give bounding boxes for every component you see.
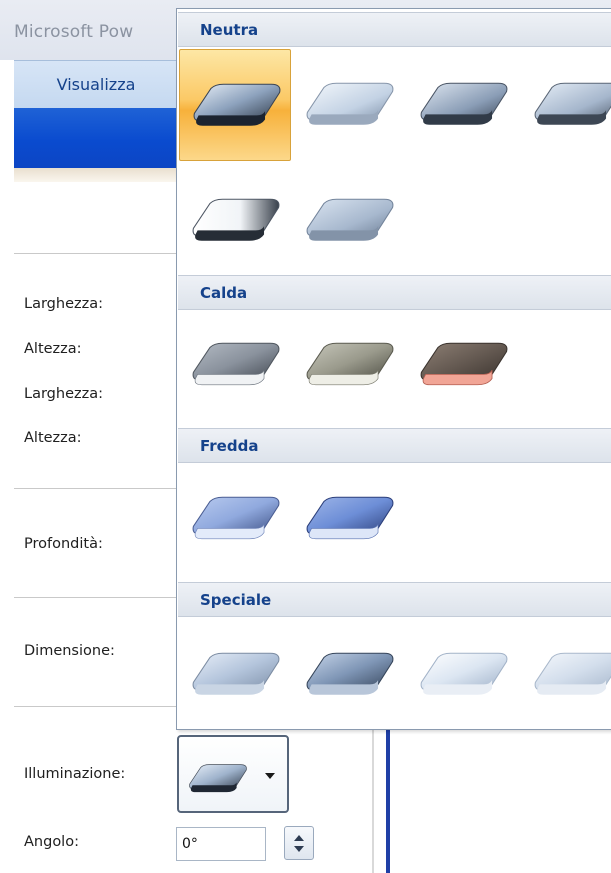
lighting-swatch-icon (192, 496, 280, 540)
lighting-swatch-icon (420, 82, 508, 125)
tab-view[interactable]: Visualizza (16, 60, 176, 108)
lighting-swatch-icon (192, 652, 280, 695)
category-header-neutra: Neutra (178, 12, 611, 47)
divider (14, 253, 176, 254)
lighting-swatch-icon (192, 342, 280, 386)
lighting-dropdown-button[interactable] (177, 735, 289, 813)
lighting-option-calda-3[interactable] (407, 309, 519, 421)
category-label: Speciale (200, 591, 272, 609)
lighting-swatch-icon (193, 83, 281, 126)
lighting-option-neutra-3[interactable] (407, 49, 519, 161)
width-label-2: Larghezza: (24, 386, 103, 402)
lighting-preview-icon (189, 764, 247, 793)
lighting-option-speciale-2[interactable] (293, 619, 405, 731)
height-label: Altezza: (24, 341, 82, 357)
lighting-gallery: Neutra Calda Fredda Speciale (176, 8, 611, 730)
lighting-option-calda-1[interactable] (179, 309, 291, 421)
lighting-option-neutra-4[interactable] (521, 49, 611, 161)
lighting-swatch-icon (306, 652, 394, 695)
category-header-speciale: Speciale (178, 582, 611, 617)
lighting-swatch-icon (534, 652, 611, 695)
height-label-2: Altezza: (24, 430, 82, 446)
size-label: Dimensione: (24, 643, 115, 659)
spin-down-icon[interactable] (294, 846, 304, 852)
divider (14, 706, 176, 707)
divider (14, 488, 176, 489)
depth-label: Profondità: (24, 536, 103, 552)
lighting-swatch-icon (192, 198, 280, 241)
width-label: Larghezza: (24, 296, 103, 312)
divider (14, 597, 176, 598)
category-label: Calda (200, 284, 248, 302)
lighting-option-fredda-1[interactable] (179, 463, 291, 575)
chevron-down-icon (265, 773, 275, 779)
lighting-swatch-icon (420, 652, 508, 695)
angle-spinner[interactable] (284, 826, 314, 860)
angle-label: Angolo: (24, 834, 79, 850)
lighting-option-neutra-5[interactable] (179, 165, 291, 277)
category-label: Fredda (200, 437, 259, 455)
lighting-option-neutra-6[interactable] (293, 165, 405, 277)
lighting-option-speciale-1[interactable] (179, 619, 291, 731)
spin-up-icon[interactable] (294, 835, 304, 841)
lighting-option-neutra-1[interactable] (179, 49, 291, 161)
lighting-label: Illuminazione: (24, 766, 126, 782)
category-header-calda: Calda (178, 275, 611, 310)
ribbon-bar (14, 108, 176, 168)
category-label: Neutra (200, 21, 259, 39)
angle-input[interactable]: 0° (176, 827, 266, 861)
lighting-option-fredda-2[interactable] (293, 463, 405, 575)
slide-border (386, 730, 390, 873)
app-title: Microsoft Pow (14, 22, 134, 42)
lighting-option-speciale-3[interactable] (407, 619, 519, 731)
lighting-option-speciale-4[interactable] (521, 619, 611, 731)
lighting-swatch-icon (420, 342, 508, 386)
lighting-option-neutra-2[interactable] (293, 49, 405, 161)
canvas-edge (372, 730, 374, 873)
category-header-fredda: Fredda (178, 428, 611, 463)
lighting-swatch-icon (306, 496, 394, 540)
lighting-option-calda-2[interactable] (293, 309, 405, 421)
lighting-swatch-icon (306, 82, 394, 125)
ribbon-shadow (14, 168, 176, 182)
lighting-swatch-icon (306, 342, 394, 386)
lighting-swatch-icon (306, 198, 394, 241)
lighting-swatch-icon (534, 82, 611, 125)
